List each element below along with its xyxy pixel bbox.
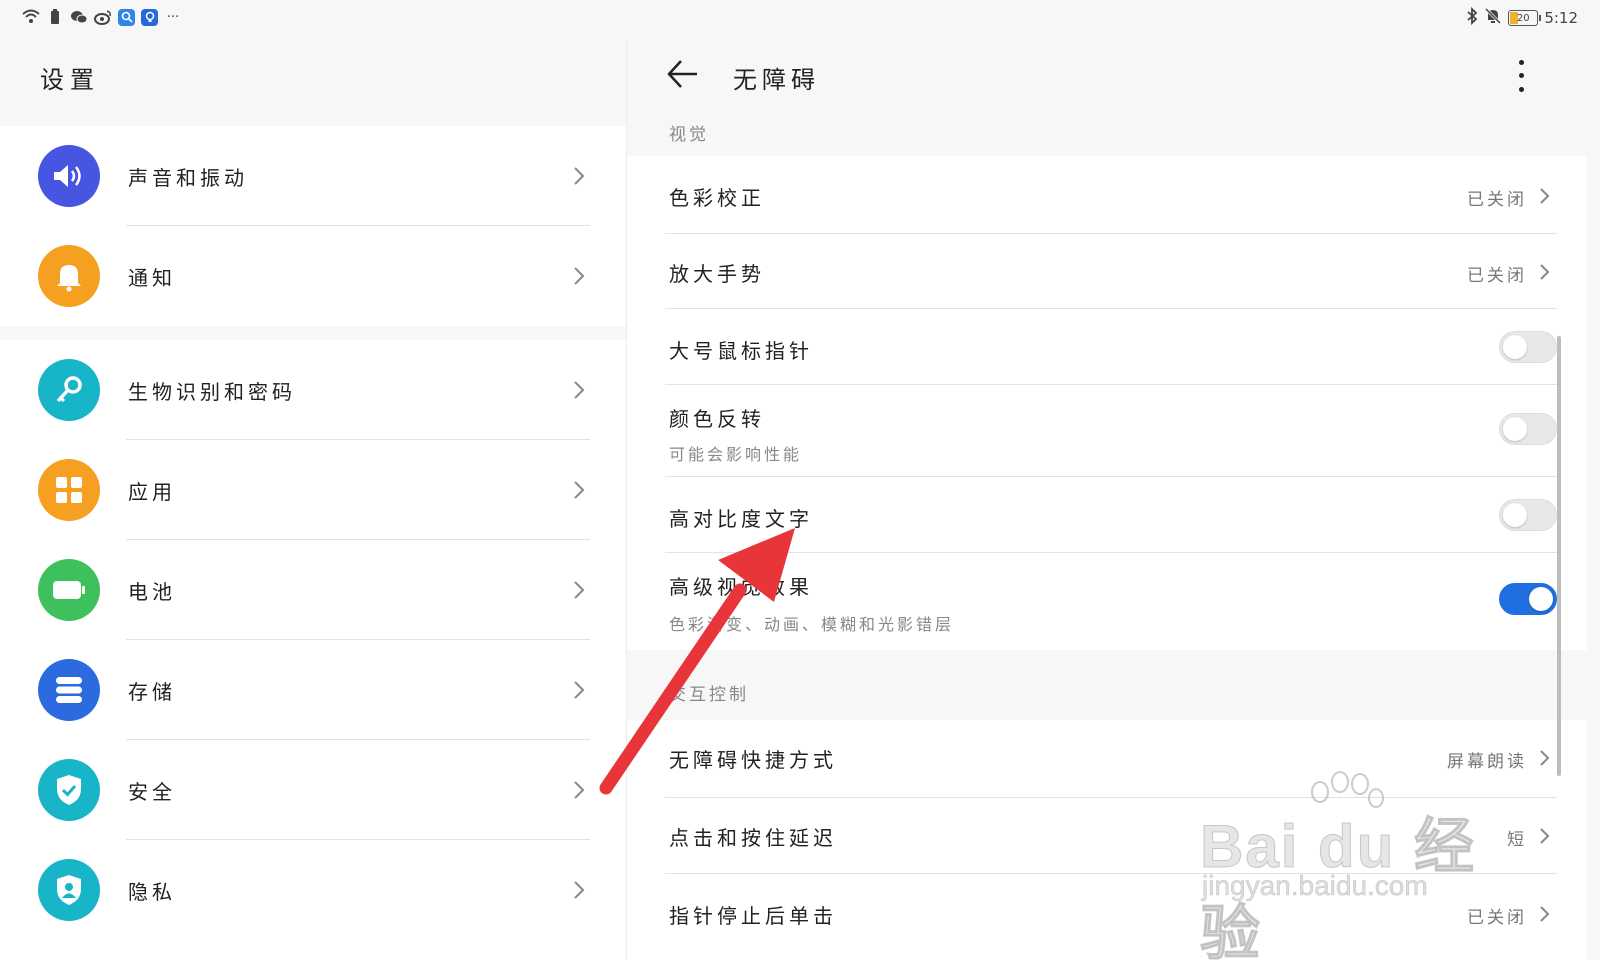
- chevron-right-icon: [1540, 750, 1550, 766]
- chevron-right-icon: [574, 781, 585, 799]
- chevron-right-icon: [574, 681, 585, 699]
- detail-title: 无障碍: [733, 66, 820, 94]
- apps-grid-icon: [38, 459, 100, 521]
- menu-item-label: 应用: [128, 479, 176, 504]
- row-magnification[interactable]: 放大手势 已关闭: [627, 234, 1587, 309]
- chevron-right-icon: [574, 881, 585, 899]
- chevron-right-icon: [574, 581, 585, 599]
- menu-item-battery[interactable]: 电池: [0, 540, 626, 640]
- row-title: 点击和按住延迟: [669, 826, 837, 850]
- mute-icon: [1484, 7, 1502, 29]
- row-value: 短: [1507, 830, 1527, 850]
- menu-item-label: 安全: [128, 779, 176, 804]
- more-notifications: ···: [166, 9, 180, 25]
- speaker-icon: [38, 145, 100, 207]
- row-value: 已关闭: [1467, 266, 1527, 286]
- row-title: 高对比度文字: [669, 507, 813, 531]
- chevron-right-icon: [574, 481, 585, 499]
- chevron-right-icon: [1540, 188, 1550, 204]
- row-value: 屏幕朗读: [1447, 752, 1527, 772]
- search-app-icon: [118, 8, 135, 26]
- menu-item-storage[interactable]: 存储: [0, 640, 626, 740]
- chevron-right-icon: [1540, 264, 1550, 280]
- detail-header: 无障碍: [627, 40, 1600, 112]
- menu-item-label: 声音和振动: [128, 165, 248, 190]
- bell-icon: [38, 245, 100, 307]
- storage-icon: [38, 659, 100, 721]
- settings-group-1: 声音和振动 通知: [0, 126, 626, 326]
- bluetooth-icon: [1466, 6, 1478, 29]
- row-title: 颜色反转: [669, 407, 765, 431]
- menu-item-label: 隐私: [128, 879, 176, 904]
- row-touch-hold-delay[interactable]: 点击和按住延迟 短: [627, 798, 1587, 874]
- interaction-settings-card: 无障碍快捷方式 屏幕朗读 点击和按住延迟 短 指针停止后单击 已关闭: [627, 720, 1587, 960]
- row-color-inversion: 颜色反转 可能会影响性能: [627, 385, 1587, 477]
- menu-item-label: 通知: [128, 265, 176, 290]
- row-high-contrast-text: 高对比度文字: [627, 477, 1587, 553]
- row-accessibility-shortcut[interactable]: 无障碍快捷方式 屏幕朗读: [627, 720, 1587, 798]
- color-inversion-toggle[interactable]: [1499, 413, 1557, 445]
- advanced-visual-effects-toggle[interactable]: [1499, 583, 1557, 615]
- menu-item-privacy[interactable]: 隐私: [0, 840, 626, 940]
- section-label-vision: 视觉: [669, 125, 709, 145]
- row-click-after-pointer-stops[interactable]: 指针停止后单击 已关闭: [627, 874, 1587, 954]
- row-value: 已关闭: [1467, 190, 1527, 210]
- battery-icon: [38, 559, 100, 621]
- battery-indicator: 20: [1508, 10, 1542, 26]
- vision-settings-card: 色彩校正 已关闭 放大手势 已关闭 大号鼠标指针 颜色反转 可能会影响性能 高对…: [627, 156, 1587, 650]
- privacy-icon: [38, 859, 100, 921]
- row-title: 色彩校正: [669, 186, 765, 210]
- row-title: 无障碍快捷方式: [669, 748, 837, 772]
- row-title: 大号鼠标指针: [669, 339, 813, 363]
- chevron-right-icon: [1540, 828, 1550, 844]
- row-large-pointer: 大号鼠标指针: [627, 309, 1587, 385]
- menu-item-biometrics[interactable]: 生物识别和密码: [0, 340, 626, 440]
- row-value: 已关闭: [1467, 908, 1527, 928]
- clock: 5:12: [1544, 9, 1578, 27]
- row-subtitle: 可能会影响性能: [669, 445, 803, 464]
- row-title: 指针停止后单击: [669, 904, 837, 928]
- shield-check-icon: [38, 759, 100, 821]
- page-title: 设置: [40, 66, 100, 94]
- scrollbar[interactable]: [1557, 336, 1561, 776]
- menu-item-notifications[interactable]: 通知: [0, 226, 626, 326]
- row-title: 放大手势: [669, 262, 765, 286]
- row-color-correction[interactable]: 色彩校正 已关闭: [627, 156, 1587, 234]
- row-advanced-visual-effects: 高级视觉效果 色彩渐变、动画、模糊和光影错层: [627, 553, 1587, 650]
- chevron-right-icon: [574, 381, 585, 399]
- menu-item-apps[interactable]: 应用: [0, 440, 626, 540]
- battery-saver-icon: [46, 8, 64, 26]
- weibo-icon: [94, 8, 112, 26]
- row-title: 高级视觉效果: [669, 575, 813, 599]
- menu-item-label: 电池: [128, 579, 176, 604]
- wifi-icon: [22, 8, 40, 26]
- bulb-app-icon: [141, 8, 158, 26]
- wechat-icon: [70, 8, 88, 26]
- large-pointer-toggle[interactable]: [1499, 331, 1557, 363]
- settings-group-2: 生物识别和密码 应用 电池 存储 安全 隐私: [0, 340, 626, 960]
- menu-item-sound[interactable]: 声音和振动: [0, 126, 626, 226]
- status-bar: ··· 20 5:12: [0, 0, 1600, 40]
- more-options-icon[interactable]: [1511, 56, 1531, 96]
- accessibility-pane: 无障碍 视觉 色彩校正 已关闭 放大手势 已关闭 大号鼠标指针 颜色反转 可能会…: [626, 40, 1600, 960]
- chevron-right-icon: [574, 267, 585, 285]
- chevron-right-icon: [574, 167, 585, 185]
- menu-item-label: 存储: [128, 679, 176, 704]
- menu-item-label: 生物识别和密码: [128, 379, 296, 404]
- key-icon: [38, 359, 100, 421]
- high-contrast-text-toggle[interactable]: [1499, 499, 1557, 531]
- menu-item-security[interactable]: 安全: [0, 740, 626, 840]
- section-label-interaction: 交互控制: [669, 685, 749, 705]
- row-subtitle: 色彩渐变、动画、模糊和光影错层: [669, 615, 955, 634]
- chevron-right-icon: [1540, 906, 1550, 922]
- back-arrow-icon[interactable]: [665, 56, 701, 92]
- settings-list-pane: 设置 声音和振动 通知 生物识别和密码 应用 电池 存储 安全 隐私: [0, 40, 626, 960]
